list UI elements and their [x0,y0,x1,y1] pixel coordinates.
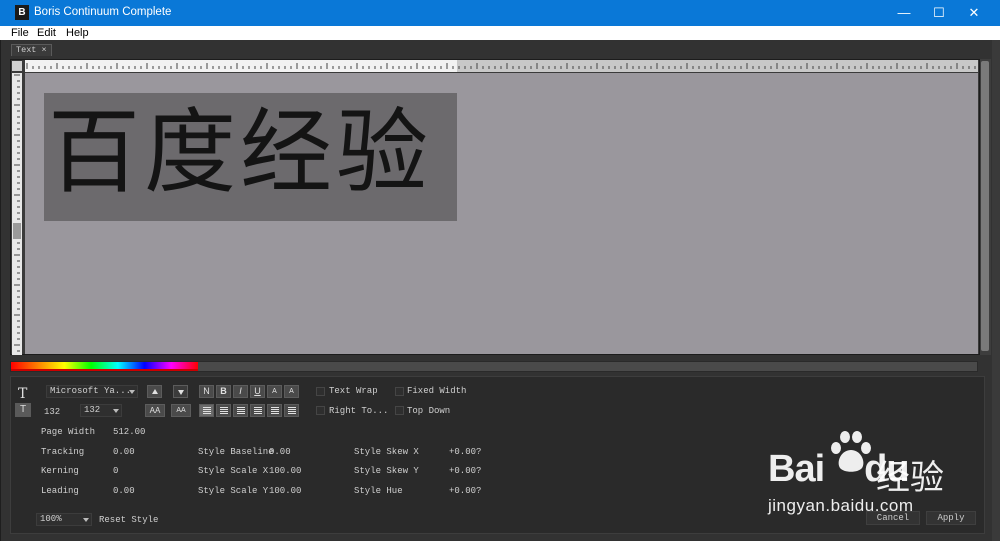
menu-help[interactable]: Help [66,26,89,40]
normal-style-button[interactable]: N [199,385,214,398]
fixed-width-label: Fixed Width [407,386,467,396]
baidu-logo-bai: Bai [768,448,825,490]
font-size-select[interactable]: 132 [80,404,122,417]
align-right-icon [237,407,245,415]
justify-left-button[interactable] [250,404,265,417]
justify-full-icon [288,407,296,415]
kerning-label: Kerning [41,466,79,476]
style-scale-y-value[interactable]: 100.00 [269,486,301,496]
text-style-tool-icon[interactable]: T [15,403,31,417]
arrow-up-icon [152,389,158,394]
menu-edit[interactable]: Edit [37,26,56,40]
align-left-button[interactable] [199,404,214,417]
arrow-down-icon [178,390,184,395]
page-width-value[interactable]: 512.00 [113,427,145,437]
window-title: Boris Continuum Complete [34,6,172,18]
apply-button[interactable]: Apply [926,511,976,525]
align-left-icon [203,407,211,415]
font-size-value[interactable]: 132 [44,407,60,417]
style-skew-x-value[interactable]: +0.00? [449,447,481,457]
tab-text[interactable]: Text × [11,44,52,56]
style-scale-y-label: Style Scale Y [198,486,269,496]
ruler-corner[interactable] [12,61,22,71]
vertical-scrollbar[interactable] [980,59,991,355]
tracking-value[interactable]: 0.00 [113,447,135,457]
baidu-paw-icon [831,431,871,472]
grow-font-button[interactable]: AA [145,404,165,417]
style-baseline-value[interactable]: 0.00 [269,447,291,457]
vertical-scrollbar-thumb[interactable] [981,61,989,351]
shrink-font-button[interactable]: AA [171,404,191,417]
justify-left-icon [254,407,262,415]
justify-full-button[interactable] [284,404,299,417]
chevron-down-icon [83,518,89,522]
minimize-button[interactable]: — [886,0,922,26]
chevron-down-icon [113,409,119,413]
chevron-down-icon [129,390,135,394]
underline-button[interactable]: U [250,385,265,398]
leading-label: Leading [41,486,79,496]
text-tool-icon[interactable]: T [18,386,27,402]
style-baseline-label: Style Baseline [198,447,274,457]
style-scale-x-value[interactable]: 100.00 [269,466,301,476]
menu-file[interactable]: File [11,26,29,40]
style-skew-y-value[interactable]: +0.00? [449,466,481,476]
leading-value[interactable]: 0.00 [113,486,135,496]
vertical-ruler[interactable] [12,73,22,355]
subscript-button[interactable]: A [284,385,299,398]
baidu-watermark-jingyan: 经验 [876,458,944,498]
font-size-combo-value: 132 [84,405,101,415]
text-wrap-label: Text Wrap [329,386,378,396]
color-spectrum-indicator [11,369,198,371]
italic-button[interactable]: I [233,385,248,398]
right-to-left-checkbox[interactable] [316,406,325,415]
justify-center-icon [271,407,279,415]
size-up-button[interactable] [147,385,162,398]
top-down-label: Top Down [407,406,451,416]
app-icon: B [15,5,29,20]
fixed-width-checkbox[interactable] [395,387,404,396]
style-scale-x-label: Style Scale X [198,466,269,476]
top-down-checkbox[interactable] [395,406,404,415]
reset-style-button[interactable]: Reset Style [99,515,158,525]
font-family-value: Microsoft Ya... [50,386,132,396]
menu-bar: File Edit Help [0,26,1000,40]
size-down-button[interactable] [173,385,188,398]
align-right-button[interactable] [233,404,248,417]
title-bar: B Boris Continuum Complete — ☐ ✕ [0,0,1000,26]
superscript-button[interactable]: A [267,385,282,398]
font-family-select[interactable]: Microsoft Ya... [46,385,138,398]
close-button[interactable]: ✕ [956,0,992,26]
baidu-watermark-url: jingyan.baidu.com [768,496,914,515]
color-picker-strip[interactable] [10,361,978,372]
style-skew-y-label: Style Skew Y [354,466,419,476]
tracking-label: Tracking [41,447,85,457]
right-to-left-label: Right To... [329,406,389,416]
zoom-value: 100% [40,514,62,524]
text-wrap-checkbox[interactable] [316,387,325,396]
horizontal-ruler[interactable] [25,60,978,72]
style-hue-label: Style Hue [354,486,403,496]
align-center-button[interactable] [216,404,231,417]
style-skew-x-label: Style Skew X [354,447,419,457]
kerning-value[interactable]: 0 [113,466,118,476]
maximize-button[interactable]: ☐ [921,0,957,26]
align-center-icon [220,407,228,415]
zoom-select[interactable]: 100% [36,513,92,526]
canvas-text[interactable]: 百度经验 [48,103,432,203]
bold-button[interactable]: B [216,385,231,398]
style-hue-value[interactable]: +0.00? [449,486,481,496]
page-width-label: Page Width [41,427,96,437]
justify-center-button[interactable] [267,404,282,417]
